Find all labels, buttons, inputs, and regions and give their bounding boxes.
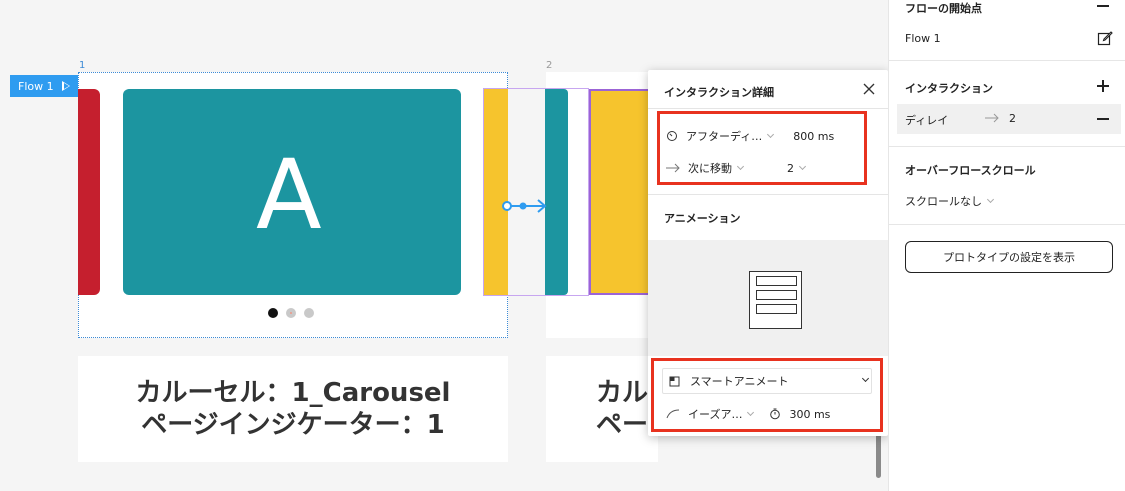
slide-letter: A xyxy=(256,139,322,251)
flow-tag-label: Flow 1 xyxy=(18,79,54,93)
carousel-slide-a[interactable]: A xyxy=(123,89,461,295)
divider xyxy=(648,108,888,109)
interaction-item[interactable]: ディレイ 2 xyxy=(897,104,1121,134)
canvas-scrollbar[interactable] xyxy=(876,430,881,478)
page-indicator xyxy=(268,308,314,318)
button-label: プロトタイプの設定を表示 xyxy=(943,251,1075,264)
connection-arrow-icon[interactable] xyxy=(500,198,550,214)
flow-start-tag[interactable]: Flow 1 xyxy=(10,75,78,97)
highlight-animation xyxy=(651,358,883,432)
divider xyxy=(889,146,1125,147)
prototype-panel: フローの開始点 Flow 1 インタラクション ディレイ 2 オーバーフロースク… xyxy=(888,0,1125,491)
frame-2-label: カル ペー xyxy=(546,356,658,462)
page-dot xyxy=(286,308,296,318)
interaction-title: インタラクション xyxy=(905,82,993,95)
divider xyxy=(648,194,888,195)
popup-title: インタラクション詳細 xyxy=(664,86,774,99)
selection-outline xyxy=(483,88,589,296)
interaction-destination-label: 2 xyxy=(1009,112,1016,125)
label-line-2: ペー xyxy=(596,410,649,440)
label-line-1: カルーセル：1_Carousel xyxy=(135,377,451,408)
page-dot-active xyxy=(268,308,278,318)
carousel-slide-red[interactable] xyxy=(78,89,100,295)
animation-title: アニメーション xyxy=(664,212,741,225)
arrow-right-icon xyxy=(985,113,999,123)
chevron-down-icon xyxy=(986,195,995,204)
frame-1-label: カルーセル：1_Carousel ページインジケーター：1 xyxy=(78,356,508,462)
divider xyxy=(889,224,1125,225)
show-prototype-settings-button[interactable]: プロトタイプの設定を表示 xyxy=(905,241,1113,273)
frame-2-number: 2 xyxy=(546,60,553,71)
page-dot xyxy=(304,308,314,318)
flow-start-title: フローの開始点 xyxy=(905,2,982,15)
label-line-1: カル xyxy=(596,377,649,408)
animation-preview xyxy=(648,240,888,356)
label-line-2: ページインジケーター：1 xyxy=(141,410,445,440)
overflow-title: オーバーフロースクロール xyxy=(905,164,1036,177)
divider xyxy=(889,60,1125,61)
overflow-value: スクロールなし xyxy=(905,195,982,208)
frame-1-number: 1 xyxy=(79,60,86,71)
remove-flow-icon[interactable] xyxy=(1097,5,1109,7)
overflow-select[interactable]: スクロールなし xyxy=(905,193,995,209)
flow-name[interactable]: Flow 1 xyxy=(905,32,941,45)
play-icon[interactable] xyxy=(61,81,70,91)
close-icon[interactable] xyxy=(862,82,876,96)
interaction-trigger-label: ディレイ xyxy=(905,114,949,127)
add-interaction-icon[interactable] xyxy=(1097,80,1109,92)
edit-icon[interactable] xyxy=(1097,30,1113,46)
highlight-trigger xyxy=(657,111,867,185)
preview-phone-icon xyxy=(749,271,802,329)
remove-interaction-icon[interactable] xyxy=(1097,118,1109,120)
